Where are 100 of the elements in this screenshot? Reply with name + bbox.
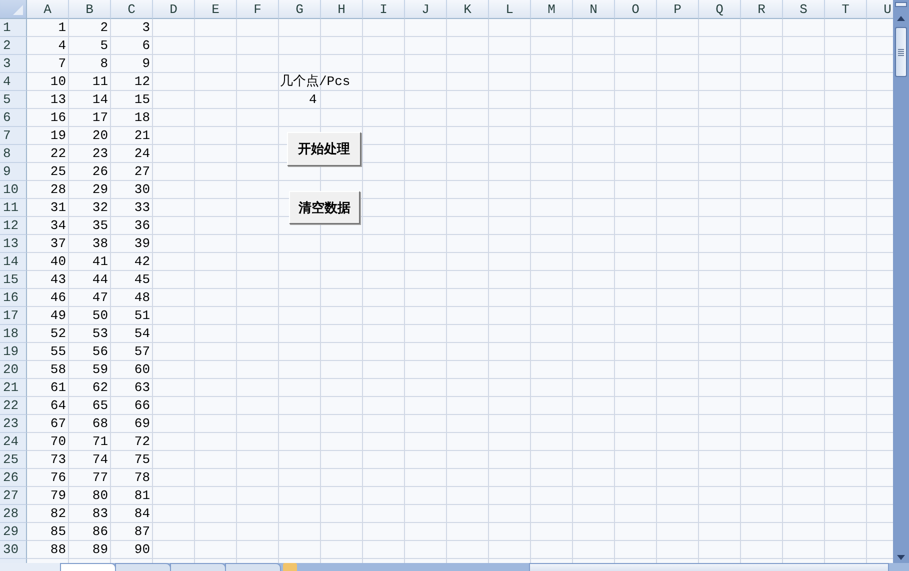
row-header[interactable]: 2 [0, 37, 27, 55]
column-header[interactable]: K [447, 0, 489, 19]
table-cell: 57 [134, 343, 150, 360]
table-cell: 13 [50, 91, 66, 108]
row-header[interactable]: 24 [0, 433, 27, 451]
table-cell: 55 [50, 343, 66, 360]
row-header[interactable]: 19 [0, 343, 27, 361]
table-cell: 51 [134, 307, 150, 324]
row-header[interactable]: 5 [0, 91, 27, 109]
row-header[interactable]: 4 [0, 73, 27, 91]
column-header[interactable]: N [573, 0, 615, 19]
table-cell: 65 [92, 397, 108, 414]
macro-button[interactable]: 开始处理 [287, 132, 361, 166]
row-header[interactable]: 3 [0, 55, 27, 73]
table-cell: 63 [134, 379, 150, 396]
column-header[interactable]: L [489, 0, 531, 19]
table-cell: 12 [134, 73, 150, 90]
insert-sheet-icon[interactable] [283, 563, 297, 571]
row-header[interactable]: 12 [0, 217, 27, 235]
row-header[interactable]: 9 [0, 163, 27, 181]
column-header[interactable]: H [321, 0, 363, 19]
horizontal-scrollbar[interactable] [529, 563, 889, 571]
sheet-tab[interactable] [115, 563, 171, 571]
table-cell: 几个点/Pcs [280, 73, 350, 90]
table-cell: 6 [142, 37, 150, 54]
column-header[interactable]: A [27, 0, 69, 19]
table-cell: 72 [134, 433, 150, 450]
select-all-corner[interactable] [0, 0, 27, 19]
table-cell: 54 [134, 325, 150, 342]
table-cell: 25 [50, 163, 66, 180]
row-header[interactable]: 23 [0, 415, 27, 433]
sheet-tab[interactable] [170, 563, 226, 571]
row-header[interactable]: 29 [0, 523, 27, 541]
column-header[interactable]: J [405, 0, 447, 19]
column-header[interactable]: I [363, 0, 405, 19]
column-header[interactable]: D [153, 0, 195, 19]
column-header[interactable]: M [531, 0, 573, 19]
table-cell: 84 [134, 505, 150, 522]
table-cell: 2 [100, 19, 108, 36]
column-header[interactable]: P [657, 0, 699, 19]
table-cell: 15 [134, 91, 150, 108]
column-header[interactable]: B [69, 0, 111, 19]
row-header[interactable]: 22 [0, 397, 27, 415]
table-cell: 27 [134, 163, 150, 180]
table-cell: 28 [50, 181, 66, 198]
table-cell: 46 [50, 289, 66, 306]
table-cell: 3 [142, 19, 150, 36]
column-header[interactable]: G [279, 0, 321, 19]
row-header[interactable]: 10 [0, 181, 27, 199]
row-header[interactable]: 25 [0, 451, 27, 469]
row-header[interactable]: 16 [0, 289, 27, 307]
table-cell: 69 [134, 415, 150, 432]
column-header[interactable]: R [741, 0, 783, 19]
row-header[interactable]: 17 [0, 307, 27, 325]
table-cell: 86 [92, 523, 108, 540]
table-cell: 87 [134, 523, 150, 540]
row-header[interactable]: 27 [0, 487, 27, 505]
row-header[interactable]: 8 [0, 145, 27, 163]
table-cell: 80 [92, 487, 108, 504]
table-cell: 26 [92, 163, 108, 180]
table-cell: 11 [92, 73, 108, 90]
column-header[interactable]: S [783, 0, 825, 19]
sheet-tab[interactable] [60, 563, 116, 571]
column-header[interactable]: U [867, 0, 893, 19]
row-header[interactable]: 28 [0, 505, 27, 523]
column-header[interactable]: F [237, 0, 279, 19]
row-header[interactable]: 15 [0, 271, 27, 289]
row-header[interactable]: 14 [0, 253, 27, 271]
table-cell: 42 [134, 253, 150, 270]
table-cell: 35 [92, 217, 108, 234]
table-cell: 14 [92, 91, 108, 108]
column-header[interactable]: Q [699, 0, 741, 19]
table-cell: 50 [92, 307, 108, 324]
table-cell: 67 [50, 415, 66, 432]
sheet-tab[interactable] [225, 563, 281, 571]
column-header[interactable]: C [111, 0, 153, 19]
table-cell: 81 [134, 487, 150, 504]
row-header[interactable]: 11 [0, 199, 27, 217]
row-header[interactable]: 20 [0, 361, 27, 379]
row-header[interactable]: 26 [0, 469, 27, 487]
row-header[interactable]: 18 [0, 325, 27, 343]
table-cell: 48 [134, 289, 150, 306]
table-cell: 73 [50, 451, 66, 468]
table-cell: 20 [92, 127, 108, 144]
column-header[interactable]: T [825, 0, 867, 19]
table-cell: 38 [92, 235, 108, 252]
table-cell: 18 [134, 109, 150, 126]
macro-button[interactable]: 清空数据 [289, 191, 360, 224]
table-cell: 49 [50, 307, 66, 324]
table-cell: 19 [50, 127, 66, 144]
row-header[interactable]: 1 [0, 19, 27, 37]
column-header[interactable]: O [615, 0, 657, 19]
column-header[interactable]: E [195, 0, 237, 19]
row-header[interactable]: 13 [0, 235, 27, 253]
row-header[interactable]: 7 [0, 127, 27, 145]
row-header[interactable]: 21 [0, 379, 27, 397]
row-header[interactable]: 6 [0, 109, 27, 127]
table-cell: 59 [92, 361, 108, 378]
row-header[interactable]: 30 [0, 541, 27, 559]
vertical-scrollbar[interactable] [893, 0, 909, 563]
